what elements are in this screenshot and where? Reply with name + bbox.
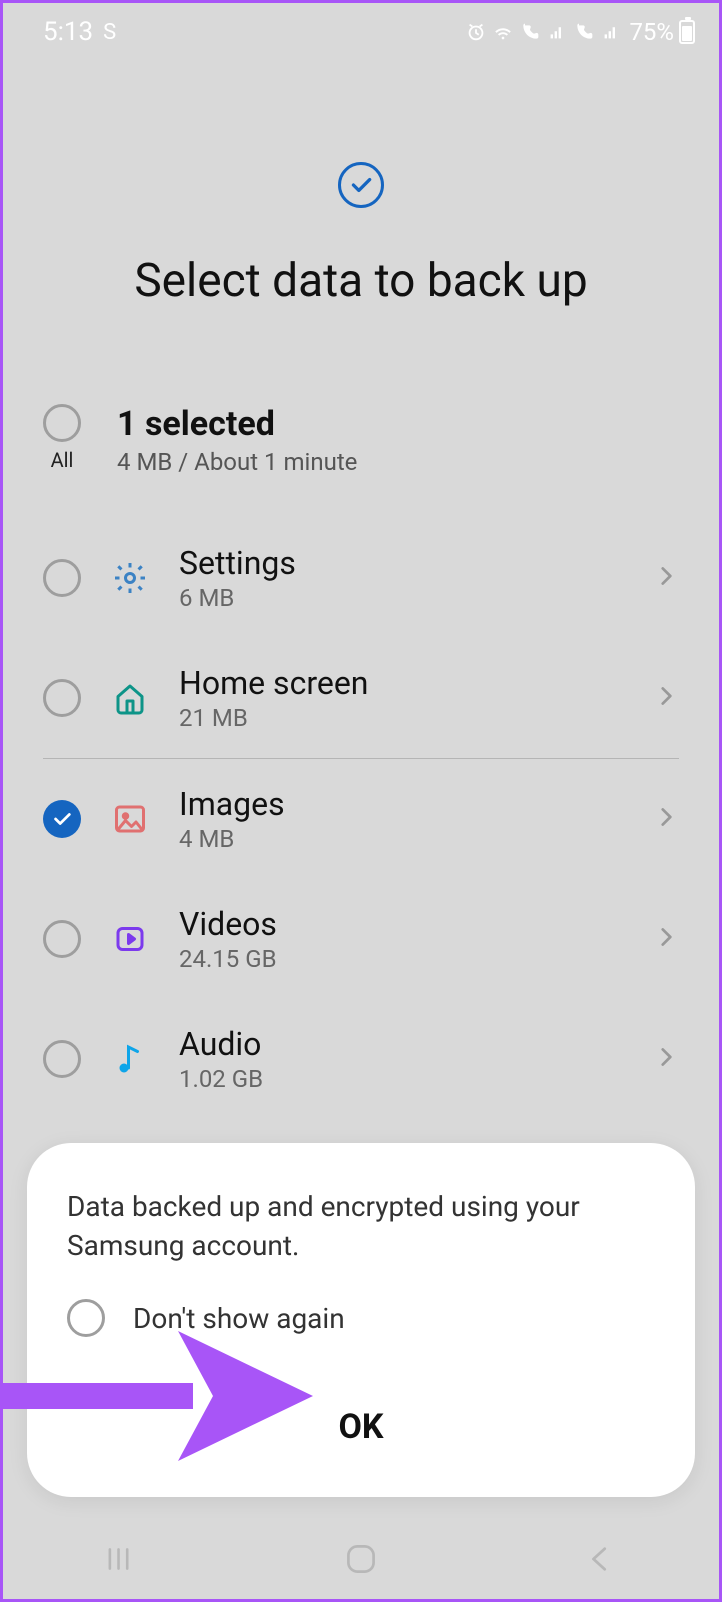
back-button[interactable] bbox=[570, 1540, 630, 1578]
item-checkbox[interactable] bbox=[43, 1040, 81, 1078]
wifi-icon bbox=[492, 21, 514, 43]
item-checkbox[interactable] bbox=[43, 559, 81, 597]
chevron-right-icon bbox=[653, 1044, 679, 1074]
item-size: 1.02 GB bbox=[179, 1065, 625, 1093]
selected-count: 1 selected bbox=[117, 404, 357, 444]
navigation-bar bbox=[3, 1519, 719, 1599]
dont-show-label: Don't show again bbox=[133, 1302, 345, 1335]
status-indicator: S bbox=[103, 20, 116, 45]
list-item-home-screen[interactable]: Home screen21 MB bbox=[3, 638, 719, 758]
recents-button[interactable] bbox=[92, 1540, 152, 1578]
dialog-message: Data backed up and encrypted using your … bbox=[67, 1187, 655, 1265]
signal1-icon bbox=[546, 21, 568, 43]
video-icon bbox=[109, 921, 151, 957]
item-checkbox[interactable] bbox=[43, 800, 81, 838]
list-item-images[interactable]: Images4 MB bbox=[3, 759, 719, 879]
info-dialog: Data backed up and encrypted using your … bbox=[27, 1143, 695, 1497]
battery-percent: 75% bbox=[629, 18, 674, 46]
list-item-settings[interactable]: Settings6 MB bbox=[3, 518, 719, 638]
gear-icon bbox=[109, 560, 151, 596]
header-check-icon bbox=[338, 162, 384, 208]
select-all-radio[interactable] bbox=[43, 404, 81, 442]
item-size: 4 MB bbox=[179, 825, 625, 853]
status-time: 5:13 bbox=[43, 17, 93, 47]
item-name: Videos bbox=[179, 905, 625, 943]
item-size: 6 MB bbox=[179, 584, 625, 612]
home-button[interactable] bbox=[331, 1540, 391, 1578]
selected-subtext: 4 MB / About 1 minute bbox=[117, 448, 357, 476]
item-checkbox[interactable] bbox=[43, 920, 81, 958]
select-all-label: All bbox=[51, 448, 74, 472]
item-name: Audio bbox=[179, 1025, 625, 1063]
chevron-right-icon bbox=[653, 563, 679, 593]
battery-icon bbox=[679, 20, 695, 44]
image-icon bbox=[109, 801, 151, 837]
dont-show-checkbox[interactable] bbox=[67, 1299, 105, 1337]
item-name: Home screen bbox=[179, 664, 625, 702]
item-name: Images bbox=[179, 785, 625, 823]
home-icon bbox=[109, 680, 151, 716]
select-all-toggle[interactable]: All bbox=[43, 404, 81, 472]
chevron-right-icon bbox=[653, 804, 679, 834]
item-size: 21 MB bbox=[179, 704, 625, 732]
list-item-audio[interactable]: Audio1.02 GB bbox=[3, 999, 719, 1119]
selection-summary: All 1 selected 4 MB / About 1 minute bbox=[3, 308, 719, 518]
status-bar: 5:13 S 75% bbox=[3, 3, 719, 57]
item-checkbox[interactable] bbox=[43, 679, 81, 717]
call-sim1-icon bbox=[519, 21, 541, 43]
chevron-right-icon bbox=[653, 683, 679, 713]
page-title: Select data to back up bbox=[3, 254, 719, 308]
item-name: Settings bbox=[179, 544, 625, 582]
call-sim2-icon bbox=[573, 21, 595, 43]
item-size: 24.15 GB bbox=[179, 945, 625, 973]
ok-button[interactable]: OK bbox=[67, 1397, 655, 1457]
alarm-icon bbox=[465, 21, 487, 43]
audio-icon bbox=[109, 1041, 151, 1077]
list-item-videos[interactable]: Videos24.15 GB bbox=[3, 879, 719, 999]
chevron-right-icon bbox=[653, 924, 679, 954]
signal2-icon bbox=[600, 21, 622, 43]
